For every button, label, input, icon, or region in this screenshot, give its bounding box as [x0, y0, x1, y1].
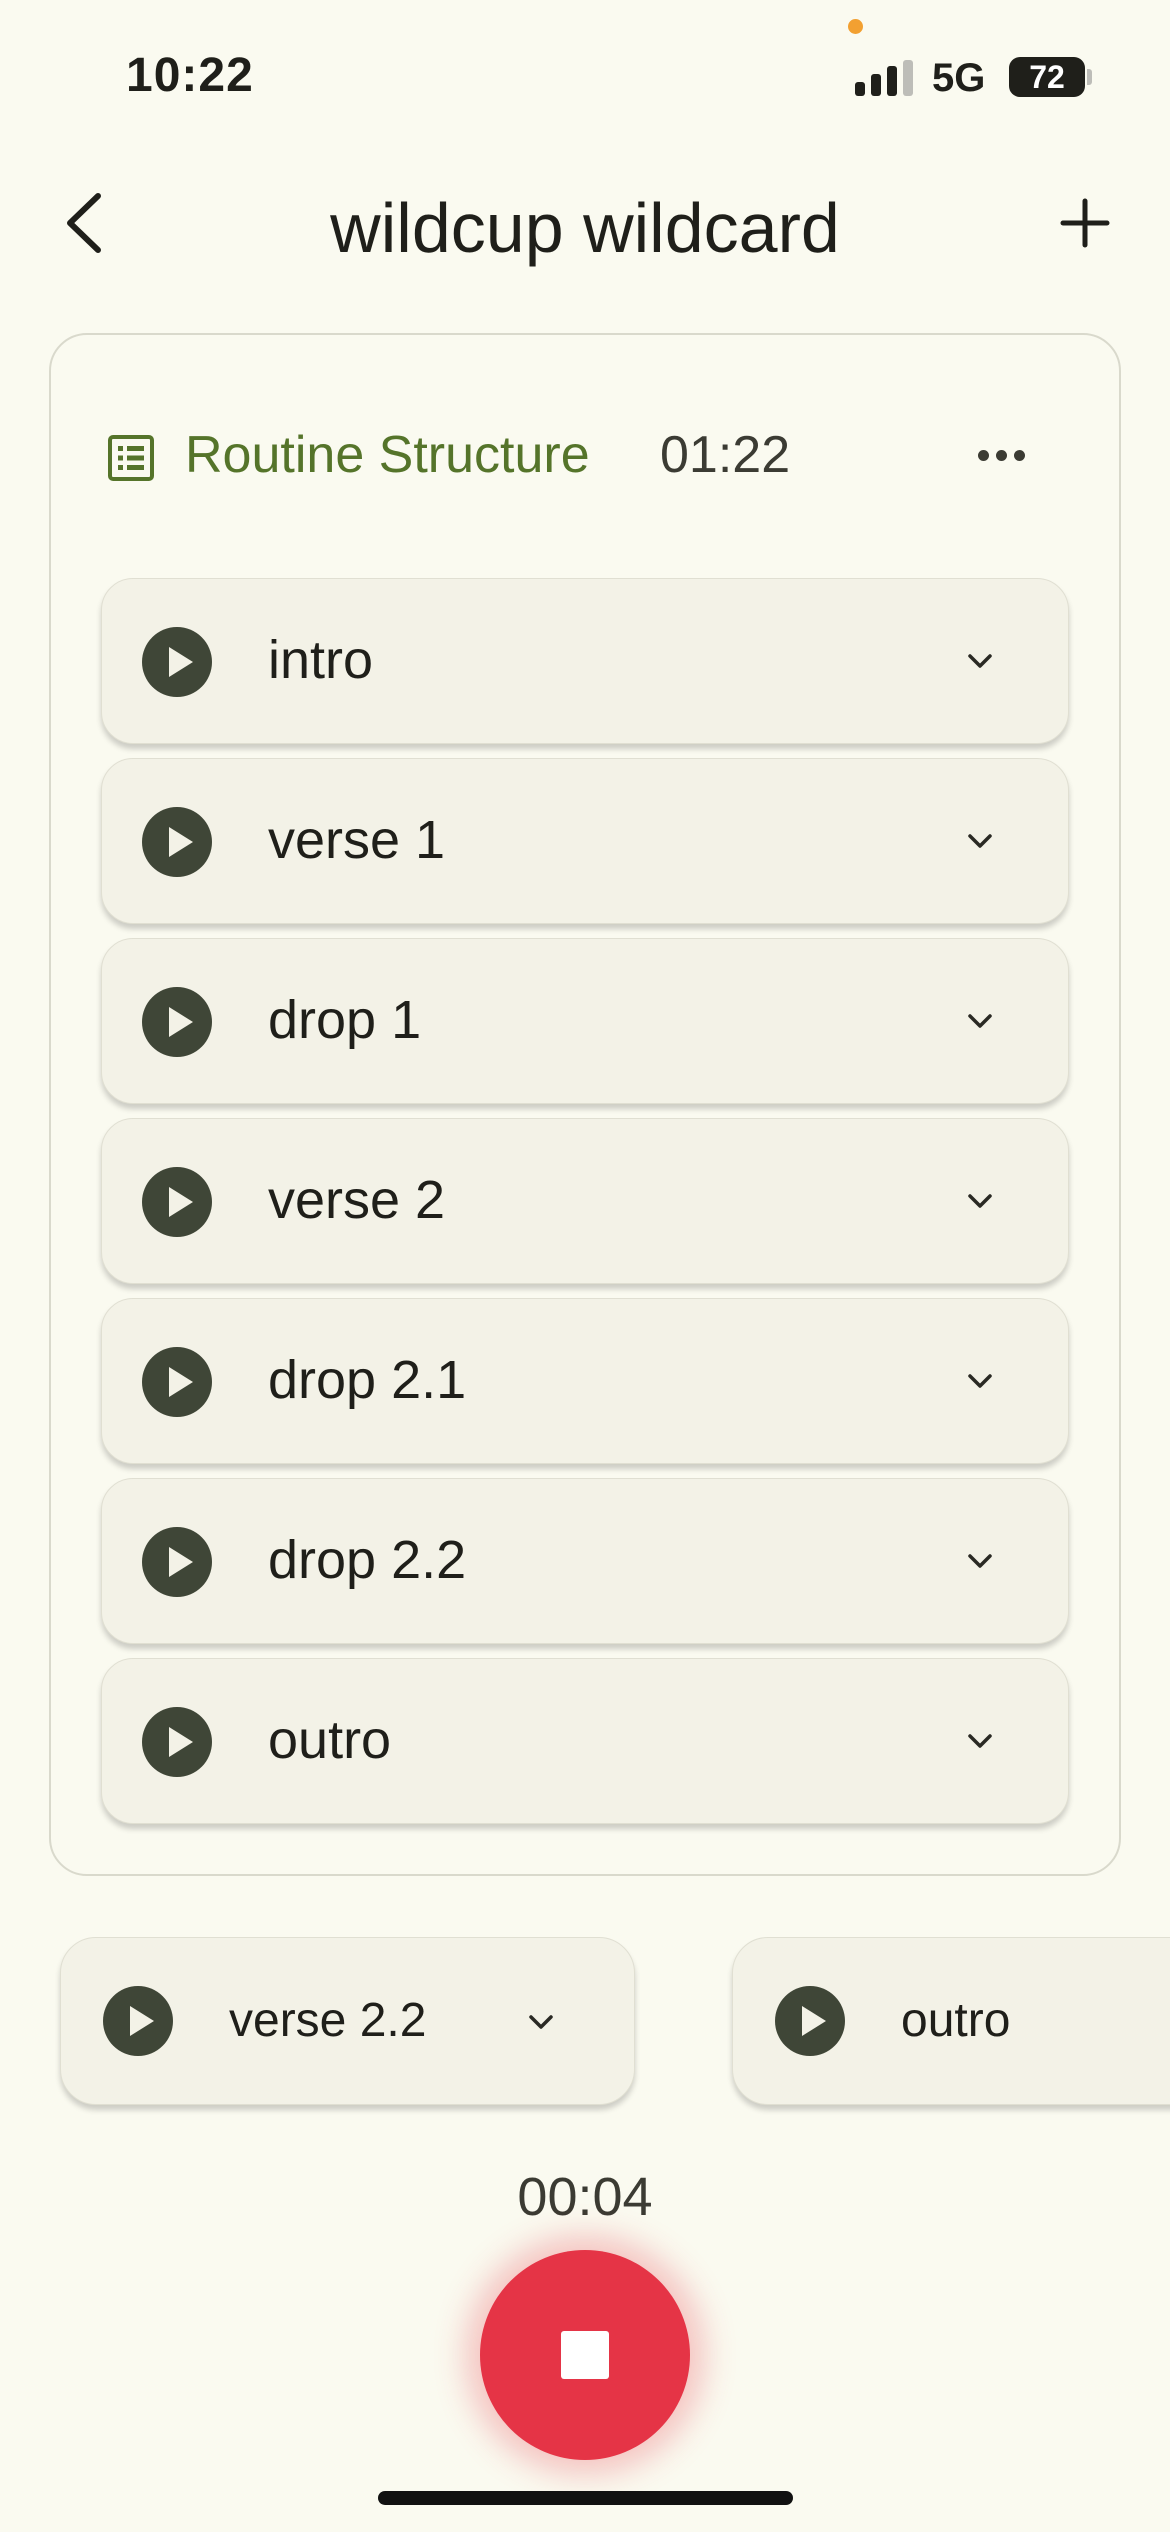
chevron-down-icon[interactable] — [960, 1001, 1000, 1041]
recording-timer: 00:04 — [517, 2167, 653, 2227]
battery-level: 72 — [1029, 58, 1065, 95]
home-indicator[interactable] — [378, 2491, 793, 2505]
chevron-down-icon[interactable] — [960, 1541, 1000, 1581]
signal-icon — [855, 60, 915, 96]
section-label: drop 2.1 — [268, 1350, 467, 1410]
routine-structure-card: Routine Structure 01:22 intro verse 1 dr… — [49, 333, 1121, 1876]
chevron-down-icon[interactable] — [960, 1181, 1000, 1221]
play-icon[interactable] — [142, 1347, 212, 1417]
section-row[interactable]: intro — [101, 578, 1069, 744]
stop-icon — [561, 2331, 609, 2379]
add-button[interactable] — [1052, 188, 1118, 258]
back-button[interactable] — [54, 188, 114, 258]
section-label: outro — [268, 1710, 392, 1770]
chevron-down-icon[interactable] — [521, 2002, 561, 2042]
play-icon[interactable] — [142, 627, 212, 697]
page-title: wildcup wildcard — [330, 189, 840, 267]
section-label: intro — [268, 630, 374, 690]
play-icon[interactable] — [103, 1986, 173, 2056]
routine-structure-title: Routine Structure — [185, 426, 590, 484]
section-row[interactable]: drop 2.1 — [101, 1298, 1069, 1464]
network-type: 5G — [932, 56, 986, 100]
routine-duration: 01:22 — [660, 426, 791, 484]
play-icon[interactable] — [142, 987, 212, 1057]
section-row[interactable]: drop 1 — [101, 938, 1069, 1104]
carousel-card[interactable]: outro — [732, 1937, 1170, 2105]
list-icon — [108, 435, 154, 481]
section-label: drop 2.2 — [268, 1530, 467, 1590]
play-icon[interactable] — [142, 1167, 212, 1237]
camera-indicator-dot — [848, 19, 863, 34]
chevron-down-icon[interactable] — [960, 1721, 1000, 1761]
section-label: drop 1 — [268, 990, 422, 1050]
chevron-down-icon[interactable] — [960, 821, 1000, 861]
chevron-down-icon[interactable] — [960, 1361, 1000, 1401]
screen: 10:22 5G 72 wildcup wildcard Routine Str… — [0, 0, 1170, 2532]
battery-tip — [1087, 69, 1092, 85]
play-icon[interactable] — [142, 1527, 212, 1597]
section-label: verse 1 — [268, 810, 446, 870]
plus-icon — [1060, 198, 1110, 248]
carousel-card[interactable]: verse 2.2 — [60, 1937, 635, 2105]
section-row[interactable]: verse 2 — [101, 1118, 1069, 1284]
section-row[interactable]: verse 1 — [101, 758, 1069, 924]
play-icon[interactable] — [775, 1986, 845, 2056]
section-row[interactable]: drop 2.2 — [101, 1478, 1069, 1644]
more-dots-icon — [977, 449, 989, 461]
carousel-card-label: outro — [901, 1994, 1011, 2047]
battery-icon: 72 — [1009, 57, 1085, 97]
chevron-down-icon[interactable] — [960, 641, 1000, 681]
stop-recording-button[interactable] — [480, 2250, 690, 2460]
carousel-card-label: verse 2.2 — [229, 1994, 427, 2047]
more-options-button[interactable] — [969, 435, 1033, 475]
play-icon[interactable] — [142, 1707, 212, 1777]
play-icon[interactable] — [142, 807, 212, 877]
status-time: 10:22 — [126, 49, 254, 102]
chevron-left-icon — [67, 193, 101, 253]
section-label: verse 2 — [268, 1170, 446, 1230]
section-row[interactable]: outro — [101, 1658, 1069, 1824]
